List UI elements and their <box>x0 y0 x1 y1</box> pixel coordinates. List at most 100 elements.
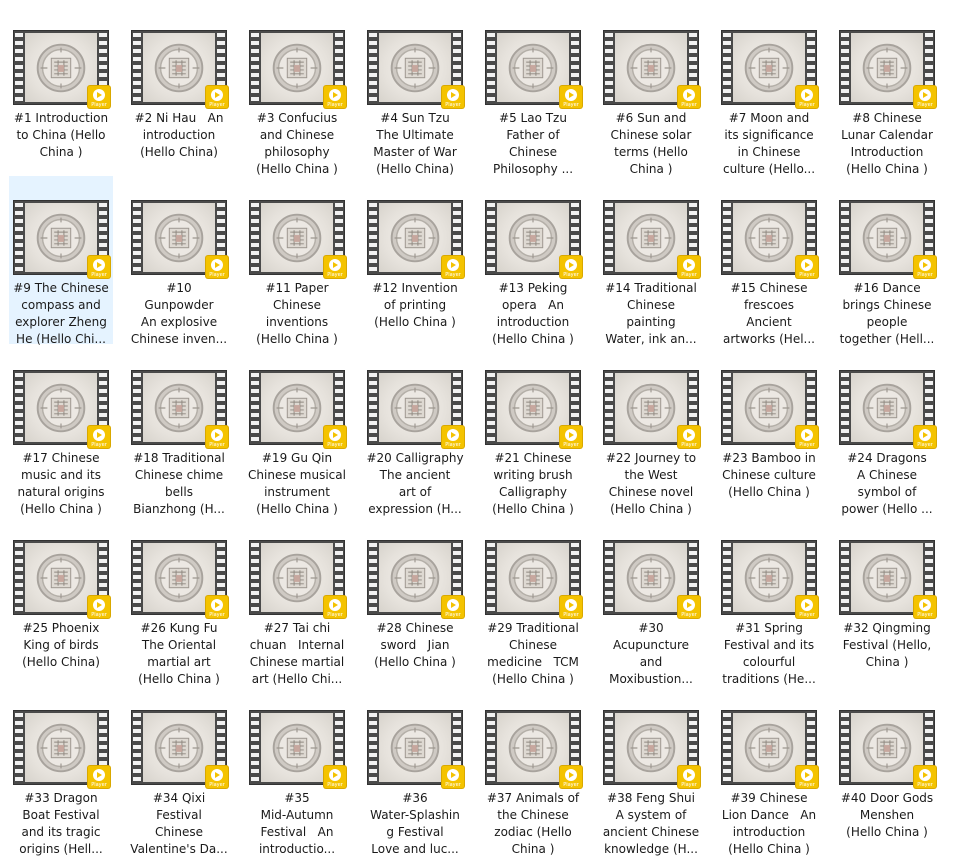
coin-thumbnail-image <box>615 203 687 272</box>
file-name-label: #20 Calligraphy The ancient art of expre… <box>366 451 464 516</box>
play-icon <box>801 769 813 781</box>
video-thumbnail: Player <box>603 370 700 448</box>
video-file-item-13[interactable]: Player #13 Peking opera An introduction … <box>481 196 585 358</box>
video-file-item-33[interactable]: Player #33 Dragon Boat Festival and its … <box>9 706 113 868</box>
play-icon <box>683 599 695 611</box>
video-file-item-29[interactable]: Player #29 Traditional Chinese medicine … <box>481 536 585 698</box>
video-file-item-16[interactable]: Player #16 Dance brings Chinese people t… <box>835 196 939 358</box>
file-grid: Player #1 Introduction to China (Hello C… <box>0 0 955 863</box>
coin-thumbnail-image <box>261 373 333 442</box>
video-file-item-20[interactable]: Player #20 Calligraphy The ancient art o… <box>363 366 467 528</box>
video-thumbnail: Player <box>603 540 700 618</box>
video-file-item-3[interactable]: Player #3 Confucius and Chinese philosop… <box>245 26 349 188</box>
badge-label: Player <box>209 272 225 278</box>
coin-thumbnail-image <box>379 543 451 612</box>
video-file-item-19[interactable]: Player #19 Gu Qin Chinese musical instru… <box>245 366 349 528</box>
video-file-item-6[interactable]: Player #6 Sun and Chinese solar terms (H… <box>599 26 703 188</box>
video-file-item-40[interactable]: Player #40 Door Gods Menshen (Hello Chin… <box>835 706 939 868</box>
play-icon <box>919 429 931 441</box>
file-name-label: #15 Chinese frescoes Ancient artworks (H… <box>723 281 815 346</box>
file-name-label: #3 Confucius and Chinese philosophy (Hel… <box>256 111 338 176</box>
video-file-item-7[interactable]: Player #7 Moon and its significance in C… <box>717 26 821 188</box>
video-file-item-10[interactable]: Player #10 Gunpowder An explosive Chines… <box>127 196 231 358</box>
video-file-item-38[interactable]: Player #38 Feng Shui A system of ancient… <box>599 706 703 868</box>
player-badge-icon: Player <box>88 426 110 448</box>
video-thumbnail: Player <box>367 710 464 788</box>
file-name-label: #27 Tai chi chuan Internal Chinese marti… <box>249 621 345 686</box>
video-file-item-39[interactable]: Player #39 Chinese Lion Dance An introdu… <box>717 706 821 868</box>
video-file-item-25[interactable]: Player #25 Phoenix King of birds (Hello … <box>9 536 113 698</box>
file-name-label: #38 Feng Shui A system of ancient Chines… <box>602 791 700 856</box>
file-name-label: #5 Lao Tzu Father of Chinese Philosophy … <box>492 111 574 176</box>
video-file-item-9[interactable]: Player #9 The Chinese compass and explor… <box>9 176 113 346</box>
badge-label: Player <box>327 442 343 448</box>
video-file-item-35[interactable]: Player #35 Mid-Autumn Festival An introd… <box>245 706 349 868</box>
video-file-item-27[interactable]: Player #27 Tai chi chuan Internal Chines… <box>245 536 349 698</box>
play-icon <box>801 429 813 441</box>
video-thumbnail: Player <box>131 30 228 108</box>
video-thumbnail: Player <box>249 370 346 448</box>
video-file-item-30[interactable]: Player #30 Acupuncture and Moxibustion..… <box>599 536 703 698</box>
file-name-label: #36 Water-Splashin g Festival Love and l… <box>370 791 460 856</box>
badge-label: Player <box>445 272 461 278</box>
file-name-label: #23 Bamboo in Chinese culture (Hello Chi… <box>722 451 816 499</box>
coin-thumbnail-image <box>379 203 451 272</box>
video-file-item-37[interactable]: Player #37 Animals of the Chinese zodiac… <box>481 706 585 868</box>
play-icon <box>565 259 577 271</box>
player-badge-icon: Player <box>914 596 936 618</box>
video-file-item-32[interactable]: Player #32 Qingming Festival (Hello, Chi… <box>835 536 939 698</box>
file-name-label: #19 Gu Qin Chinese musical instrument (H… <box>248 451 346 516</box>
player-badge-icon: Player <box>88 256 110 278</box>
video-file-item-17[interactable]: Player #17 Chinese music and its natural… <box>9 366 113 528</box>
player-badge-icon: Player <box>678 426 700 448</box>
file-name-label: #24 Dragons A Chinese symbol of power (H… <box>841 451 933 516</box>
video-file-item-4[interactable]: Player #4 Sun Tzu The Ultimate Master of… <box>363 26 467 188</box>
video-file-item-36[interactable]: Player #36 Water-Splashin g Festival Lov… <box>363 706 467 868</box>
video-file-item-18[interactable]: Player #18 Traditional Chinese chime bel… <box>127 366 231 528</box>
coin-thumbnail-image <box>615 543 687 612</box>
file-name-label: #18 Traditional Chinese chime bells Bian… <box>133 451 225 516</box>
video-file-item-5[interactable]: Player #5 Lao Tzu Father of Chinese Phil… <box>481 26 585 188</box>
coin-thumbnail-image <box>615 713 687 782</box>
badge-label: Player <box>799 102 815 108</box>
file-name-label: #1 Introduction to China (Hello China ) <box>13 111 109 159</box>
play-icon <box>329 599 341 611</box>
video-file-item-24[interactable]: Player #24 Dragons A Chinese symbol of p… <box>835 366 939 528</box>
video-file-item-1[interactable]: Player #1 Introduction to China (Hello C… <box>9 26 113 188</box>
video-file-item-12[interactable]: Player #12 Invention of printing (Hello … <box>363 196 467 358</box>
video-file-item-28[interactable]: Player #28 Chinese sword Jian (Hello Chi… <box>363 536 467 698</box>
player-badge-icon: Player <box>560 596 582 618</box>
video-file-item-21[interactable]: Player #21 Chinese writing brush Calligr… <box>481 366 585 528</box>
coin-thumbnail-image <box>143 543 215 612</box>
player-badge-icon: Player <box>796 256 818 278</box>
play-icon <box>565 599 577 611</box>
player-badge-icon: Player <box>324 766 346 788</box>
video-thumbnail: Player <box>485 370 582 448</box>
player-badge-icon: Player <box>678 766 700 788</box>
video-file-item-11[interactable]: Player #11 Paper Chinese inventions (Hel… <box>245 196 349 358</box>
play-icon <box>447 259 459 271</box>
video-file-item-22[interactable]: Player #22 Journey to the West Chinese n… <box>599 366 703 528</box>
video-file-item-23[interactable]: Player #23 Bamboo in Chinese culture (He… <box>717 366 821 528</box>
player-badge-icon: Player <box>678 86 700 108</box>
video-file-item-15[interactable]: Player #15 Chinese frescoes Ancient artw… <box>717 196 821 358</box>
video-thumbnail: Player <box>721 370 818 448</box>
player-badge-icon: Player <box>442 766 464 788</box>
player-badge-icon: Player <box>914 426 936 448</box>
video-file-item-26[interactable]: Player #26 Kung Fu The Oriental martial … <box>127 536 231 698</box>
player-badge-icon: Player <box>914 766 936 788</box>
video-file-item-8[interactable]: Player #8 Chinese Lunar Calendar Introdu… <box>835 26 939 188</box>
player-badge-icon: Player <box>560 766 582 788</box>
video-file-item-14[interactable]: Player #14 Traditional Chinese painting … <box>599 196 703 358</box>
video-file-item-31[interactable]: Player #31 Spring Festival and its colou… <box>717 536 821 698</box>
coin-thumbnail-image <box>25 543 97 612</box>
badge-label: Player <box>917 612 933 618</box>
coin-thumbnail-image <box>143 713 215 782</box>
video-file-item-34[interactable]: Player #34 Qixi Festival Chinese Valenti… <box>127 706 231 868</box>
coin-thumbnail-image <box>851 713 923 782</box>
video-thumbnail: Player <box>367 370 464 448</box>
video-file-item-2[interactable]: Player #2 Ni Hau An introduction (Hello … <box>127 26 231 188</box>
player-badge-icon: Player <box>442 86 464 108</box>
player-badge-icon: Player <box>560 256 582 278</box>
coin-thumbnail-image <box>25 713 97 782</box>
